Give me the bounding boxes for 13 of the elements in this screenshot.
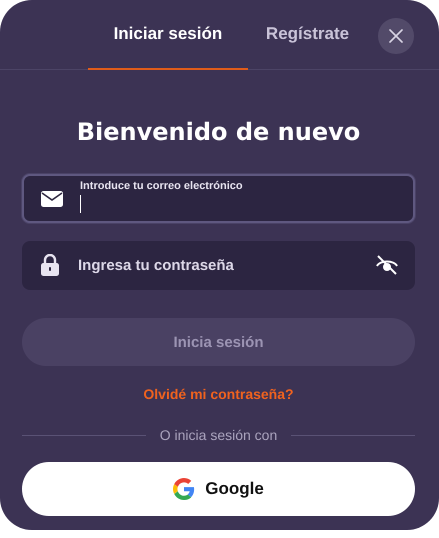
hidden-eye-icon[interactable] bbox=[375, 255, 399, 275]
email-field[interactable]: Introduce tu correo electrónico bbox=[22, 174, 415, 223]
tab[interactable]: Iniciar sesión bbox=[88, 0, 248, 70]
heading: Bienvenido de nuevo bbox=[76, 118, 362, 146]
tab[interactable]: Regístrate bbox=[248, 0, 368, 70]
envelope-icon bbox=[40, 190, 64, 206]
google-button[interactable]: Google bbox=[22, 462, 415, 516]
google-logo-icon bbox=[173, 478, 196, 500]
forgot-password-link[interactable]: Olvidé mi contraseña? bbox=[143, 386, 294, 402]
divider-text: O inicia sesión con bbox=[160, 427, 278, 443]
password-field[interactable]: Ingresa tu contraseña bbox=[22, 241, 415, 290]
close-icon bbox=[389, 29, 403, 43]
close-button[interactable] bbox=[378, 18, 414, 54]
